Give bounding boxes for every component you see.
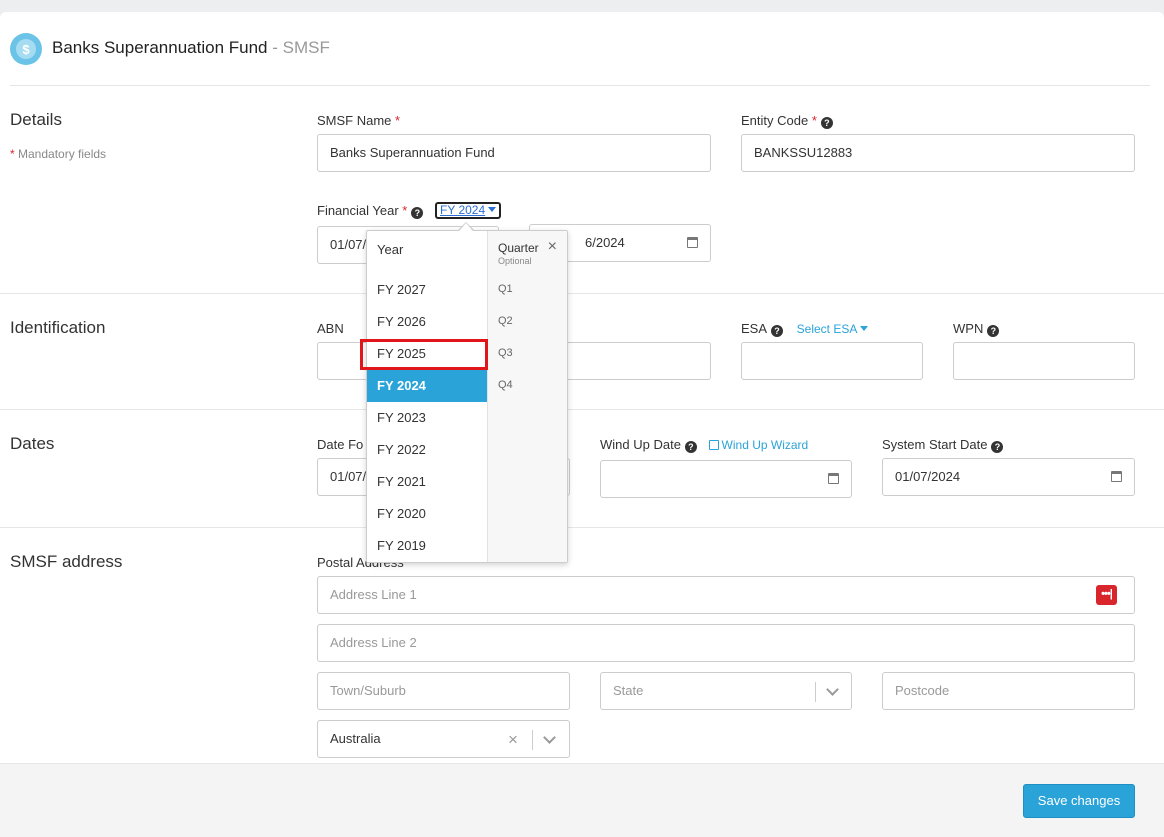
wind-up-wizard-link[interactable]: Wind Up Wizard xyxy=(708,438,808,452)
help-icon[interactable]: ? xyxy=(820,117,833,129)
entity-code-input[interactable]: BANKSSU12883 xyxy=(741,134,1135,172)
calendar-icon xyxy=(828,473,839,484)
postcode-input[interactable]: Postcode xyxy=(882,672,1135,710)
save-changes-button[interactable]: Save changes xyxy=(1023,784,1135,818)
year-option[interactable]: FY 2026 xyxy=(367,306,487,338)
esa-input[interactable] xyxy=(741,342,923,380)
help-icon[interactable]: ? xyxy=(411,207,424,219)
quarter-optional-note: Optional xyxy=(498,256,532,266)
financial-year-label: Financial Year *? xyxy=(317,203,424,219)
select-esa-link[interactable]: Select ESA xyxy=(797,322,869,336)
state-select[interactable]: State xyxy=(600,672,852,710)
year-option[interactable]: FY 2021 xyxy=(367,466,487,498)
entity-code-label: Entity Code *? xyxy=(741,113,833,129)
abn-label: ABN xyxy=(317,321,344,336)
caret-down-icon xyxy=(488,207,497,212)
esa-label: ESA? Select ESA xyxy=(741,321,869,337)
address-line-2-input[interactable]: Address Line 2 xyxy=(317,624,1135,662)
financial-year-dropdown: Year FY 2027 FY 2026 FY 2025 FY 2024 FY … xyxy=(366,230,568,563)
date-formed-label: Date Fo xyxy=(317,437,364,452)
page-title: Banks Superannuation Fund - SMSF xyxy=(52,38,330,57)
footer-bar xyxy=(0,763,1164,837)
town-suburb-input[interactable]: Town/Suburb xyxy=(317,672,570,710)
address-line-1-input[interactable]: Address Line 1 •••| xyxy=(317,576,1135,614)
quarter-option[interactable]: Q2 xyxy=(498,315,513,327)
smsf-name-input[interactable]: Banks Superannuation Fund xyxy=(317,134,711,172)
wpn-input[interactable] xyxy=(953,342,1135,380)
financial-year-toggle[interactable]: FY 2024 xyxy=(435,202,502,219)
password-manager-icon[interactable]: •••| xyxy=(1096,585,1117,605)
help-icon[interactable]: ? xyxy=(771,325,784,337)
year-column: Year FY 2027 FY 2026 FY 2025 FY 2024 FY … xyxy=(367,231,487,562)
page-header: $ Banks Superannuation Fund - SMSF xyxy=(0,12,1164,86)
wpn-label: WPN? xyxy=(953,321,1000,337)
chevron-down-icon xyxy=(826,683,839,696)
quarter-option[interactable]: Q1 xyxy=(498,283,513,295)
year-option[interactable]: FY 2019 xyxy=(367,530,487,562)
clear-icon[interactable]: × xyxy=(508,730,518,750)
section-title-smsf-address: SMSF address xyxy=(10,552,123,571)
wind-up-date-input[interactable] xyxy=(600,460,852,498)
help-icon[interactable]: ? xyxy=(684,441,697,453)
year-option[interactable]: FY 2027 xyxy=(367,274,487,306)
logo-icon: $ xyxy=(10,33,42,65)
section-title-dates: Dates xyxy=(10,434,55,453)
caret-down-icon xyxy=(860,326,869,331)
system-start-date-label: System Start Date? xyxy=(882,437,1004,453)
year-column-header: Year xyxy=(377,242,404,257)
divider xyxy=(0,293,1164,294)
wind-up-date-label: Wind Up Date? Wind Up Wizard xyxy=(600,437,809,453)
close-icon[interactable]: × xyxy=(548,239,557,255)
mandatory-note: * Mandatory fields xyxy=(10,147,107,161)
section-title-identification: Identification xyxy=(10,318,106,337)
section-title-details: Details xyxy=(10,110,62,129)
divider xyxy=(0,527,1164,528)
country-select[interactable]: Australia × xyxy=(317,720,570,758)
help-icon[interactable]: ? xyxy=(987,325,1000,337)
year-option-selected[interactable]: FY 2024 xyxy=(367,370,487,402)
calendar-icon xyxy=(1111,471,1122,482)
chevron-down-icon xyxy=(543,731,556,744)
select-separator xyxy=(532,730,533,750)
quarter-column-header: Quarter xyxy=(498,241,539,255)
quarter-column: Quarter Optional × Q1 Q2 Q3 Q4 xyxy=(487,231,567,562)
dropdown-arrow-fill xyxy=(459,223,473,231)
select-separator xyxy=(815,682,816,702)
quarter-option[interactable]: Q3 xyxy=(498,347,513,359)
annotation-highlight-box xyxy=(360,339,488,370)
help-icon[interactable]: ? xyxy=(991,441,1004,453)
divider xyxy=(10,85,1150,86)
quarter-option[interactable]: Q4 xyxy=(498,379,513,391)
year-option[interactable]: FY 2020 xyxy=(367,498,487,530)
smsf-name-label: SMSF Name * xyxy=(317,113,401,128)
year-option[interactable]: FY 2023 xyxy=(367,402,487,434)
divider xyxy=(0,409,1164,410)
external-link-icon xyxy=(708,440,719,450)
system-start-date-input[interactable]: 01/07/2024 xyxy=(882,458,1135,496)
calendar-icon xyxy=(687,237,698,248)
year-option[interactable]: FY 2022 xyxy=(367,434,487,466)
